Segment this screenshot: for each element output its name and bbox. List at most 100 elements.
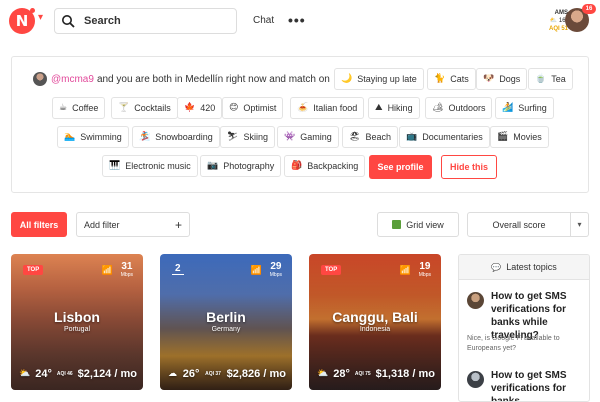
- piano-icon: 🎹: [109, 161, 121, 171]
- match-card: @mcma9 and you are both in Medellín righ…: [11, 56, 589, 193]
- interest-tag[interactable]: 🏊 Swimming: [57, 126, 129, 148]
- cocktail-icon: 🍸: [118, 103, 130, 113]
- tea-icon: 🍵: [535, 74, 547, 84]
- city-card-canggu[interactable]: TOP 📶 19 Mbps Canggu, Bali Indonesia ⛅ 28…: [309, 254, 441, 390]
- topic-title[interactable]: How to get SMS verifications for banks: [491, 369, 583, 401]
- cat-icon: 🐈: [434, 74, 446, 84]
- air-quality: AQI 75: [354, 371, 371, 377]
- avatar[interactable]: [33, 72, 47, 86]
- interest-tag[interactable]: ⛷ Skiing: [220, 126, 275, 148]
- city-card-berlin[interactable]: 2 📶 29 Mbps Berlin Germany ☁ 26° AQI 37 $…: [160, 254, 292, 390]
- city-stats: ⛅ 28° AQI 75 $1,318 / mo: [317, 366, 435, 382]
- see-profile-button[interactable]: See profile: [369, 155, 432, 179]
- interest-tag[interactable]: 😊 Optimist: [222, 97, 284, 119]
- smile-icon: 😊: [229, 103, 239, 113]
- interest-tag[interactable]: 🍝 Italian food: [290, 97, 365, 119]
- dog-icon: 🐶: [483, 74, 495, 84]
- top-badge: TOP: [23, 265, 44, 275]
- grid-icon: [392, 220, 402, 229]
- interest-tag[interactable]: 🎒 Backpacking: [284, 155, 366, 177]
- match-sentence: and you are both in Medellín right now a…: [96, 73, 330, 85]
- interest-tag[interactable]: 🍁 420: [177, 97, 223, 119]
- topic-item[interactable]: How to get SMS verifications for banks w…: [467, 290, 583, 360]
- temperature: 26°: [182, 368, 200, 380]
- topic-item[interactable]: How to get SMS verifications for banks: [467, 369, 583, 401]
- camping-icon: 🏕: [432, 103, 444, 113]
- city-card-lisbon[interactable]: TOP 📶 31 Mbps Lisbon Portugal ⛅ 24° AQI 4…: [11, 254, 143, 390]
- chat-link[interactable]: Chat: [253, 15, 274, 26]
- interest-tag[interactable]: 🏄 Surfing: [495, 97, 554, 119]
- all-filters-button[interactable]: All filters: [11, 212, 67, 237]
- internet-speed: 31 Mbps: [120, 261, 133, 279]
- leaf-icon: 🍁: [184, 103, 196, 113]
- add-filter-label: Add filter: [84, 219, 120, 230]
- current-city: AMS: [554, 10, 568, 16]
- avatar: [467, 292, 484, 309]
- air-quality: AQI 46: [56, 371, 73, 377]
- interest-tag[interactable]: 🌙 Staying up late: [334, 68, 424, 90]
- surfing-icon: 🏄: [502, 103, 514, 113]
- interest-tag[interactable]: 🍵 Tea: [528, 68, 573, 90]
- wifi-icon: 📶: [399, 266, 411, 276]
- air-quality: AQI 37: [205, 371, 221, 377]
- interest-tag[interactable]: 🐶 Dogs: [476, 68, 528, 90]
- latest-topics-title: Latest topics: [506, 262, 557, 272]
- interest-tag[interactable]: 🎬 Movies: [490, 126, 549, 148]
- current-weather: AMS ⛅ 16° AQI 51: [530, 9, 568, 35]
- city-stats: ☁ 26° AQI 37 $2,826 / mo: [168, 366, 286, 382]
- clapperboard-icon: 🎬: [497, 132, 509, 142]
- avatar: [467, 371, 484, 388]
- backpack-icon: 🎒: [291, 161, 303, 171]
- interest-tag[interactable]: 📺 Documentaries: [399, 126, 490, 148]
- moon-icon: 🌙: [341, 74, 353, 84]
- notification-badge[interactable]: 16: [582, 4, 596, 14]
- partly-cloudy-icon: ⛅: [549, 18, 558, 24]
- hide-match-button[interactable]: Hide this: [441, 155, 497, 179]
- interest-tag[interactable]: 🎹 Electronic music: [102, 155, 198, 177]
- grid-view-label: Grid view: [406, 219, 444, 230]
- skiing-icon: ⛷: [227, 132, 239, 142]
- latest-topics-panel: 💬 Latest topics How to get SMS verificat…: [458, 254, 590, 402]
- cloud-icon: ☁: [168, 369, 177, 379]
- country-name: Germany: [211, 326, 241, 333]
- interest-tag[interactable]: 🍸 Cocktails: [111, 97, 178, 119]
- cost-of-living: $2,124 / mo: [77, 368, 137, 380]
- chevron-down-icon[interactable]: ▾: [571, 212, 589, 237]
- current-temp: ⛅ 16°: [549, 18, 568, 24]
- swimming-icon: 🏊: [64, 132, 76, 142]
- country-name: Portugal: [63, 326, 91, 333]
- current-aqi: AQI 51: [548, 26, 568, 32]
- chevron-down-icon[interactable]: ▾: [38, 12, 43, 23]
- wifi-icon: 📶: [250, 266, 262, 276]
- country-name: Indonesia: [359, 326, 391, 333]
- cost-of-living: $2,826 / mo: [226, 368, 286, 380]
- interest-tag[interactable]: 🏖 Beach: [342, 126, 398, 148]
- city-name: Berlin: [206, 309, 246, 325]
- match-username[interactable]: @mcma9: [51, 74, 94, 85]
- interest-tag[interactable]: 🐈 Cats: [427, 68, 476, 90]
- tv-icon: 📺: [406, 132, 418, 142]
- topic-preview: Nice, is Google Fi available to European…: [467, 335, 560, 352]
- interest-tag[interactable]: 🏕 Outdoors: [425, 97, 493, 119]
- top-bar: N ▾ Search Chat ••• AMS ⛅ 16° AQI 51 16: [0, 0, 600, 40]
- internet-speed: 19 Mbps: [418, 261, 431, 279]
- partly-cloudy-icon: ⛅: [19, 369, 31, 379]
- interest-tag[interactable]: 🏂 Snowboarding: [132, 126, 220, 148]
- search-placeholder: Search: [84, 15, 121, 27]
- cost-of-living: $1,318 / mo: [375, 368, 435, 380]
- more-icon[interactable]: •••: [288, 12, 306, 28]
- chat-bubble-icon: 💬: [491, 262, 502, 272]
- interest-tag[interactable]: 📷 Photography: [200, 155, 282, 177]
- interest-tag[interactable]: ⛰ Hiking: [368, 97, 420, 119]
- interest-tag[interactable]: ☕ Coffee: [52, 97, 106, 119]
- sort-select[interactable]: Overall score: [467, 212, 571, 237]
- coffee-icon: ☕: [59, 103, 68, 113]
- logo-badge-dot: [30, 8, 35, 13]
- add-filter-dropdown[interactable]: Add filter +: [76, 212, 190, 237]
- temperature: 24°: [35, 368, 52, 380]
- gaming-icon: 👾: [284, 132, 296, 142]
- interest-tag[interactable]: 👾 Gaming: [277, 126, 339, 148]
- grid-view-button[interactable]: Grid view: [377, 212, 459, 237]
- beach-icon: 🏖: [349, 132, 361, 142]
- search-input[interactable]: Search: [54, 8, 237, 34]
